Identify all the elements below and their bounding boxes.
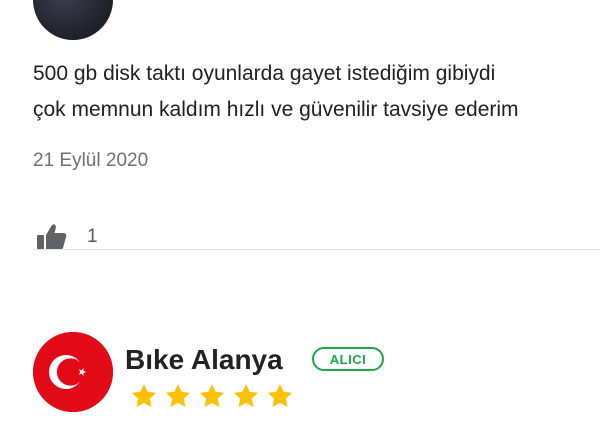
reviewer-avatar[interactable] bbox=[33, 0, 113, 40]
review-divider bbox=[33, 249, 600, 250]
star-icon bbox=[232, 382, 260, 410]
star-rating bbox=[130, 382, 294, 410]
like-button[interactable]: 1 bbox=[36, 222, 98, 252]
review-date: 21 Eylül 2020 bbox=[33, 150, 149, 171]
review-text-line: çok memnun kaldım hızlı ve güvenilir tav… bbox=[33, 98, 519, 121]
review-text-line: 500 gb disk taktı oyunlarda gayet istedi… bbox=[33, 62, 496, 85]
review-text: 500 gb disk taktı oyunlarda gayet istedi… bbox=[33, 56, 600, 128]
star-icon bbox=[266, 382, 294, 410]
buyer-badge: ALICI bbox=[312, 347, 384, 371]
review-card: Bıke Alanya ALICI bbox=[0, 320, 600, 440]
turkish-flag-icon[interactable] bbox=[33, 332, 113, 412]
star-icon bbox=[130, 382, 158, 410]
like-count: 1 bbox=[87, 226, 98, 247]
star-icon bbox=[164, 382, 192, 410]
reviewer-name[interactable]: Bıke Alanya bbox=[125, 344, 283, 376]
star-icon bbox=[198, 382, 226, 410]
review-card: 500 gb disk taktı oyunlarda gayet istedi… bbox=[0, 0, 600, 290]
thumbs-up-icon[interactable] bbox=[36, 222, 68, 252]
